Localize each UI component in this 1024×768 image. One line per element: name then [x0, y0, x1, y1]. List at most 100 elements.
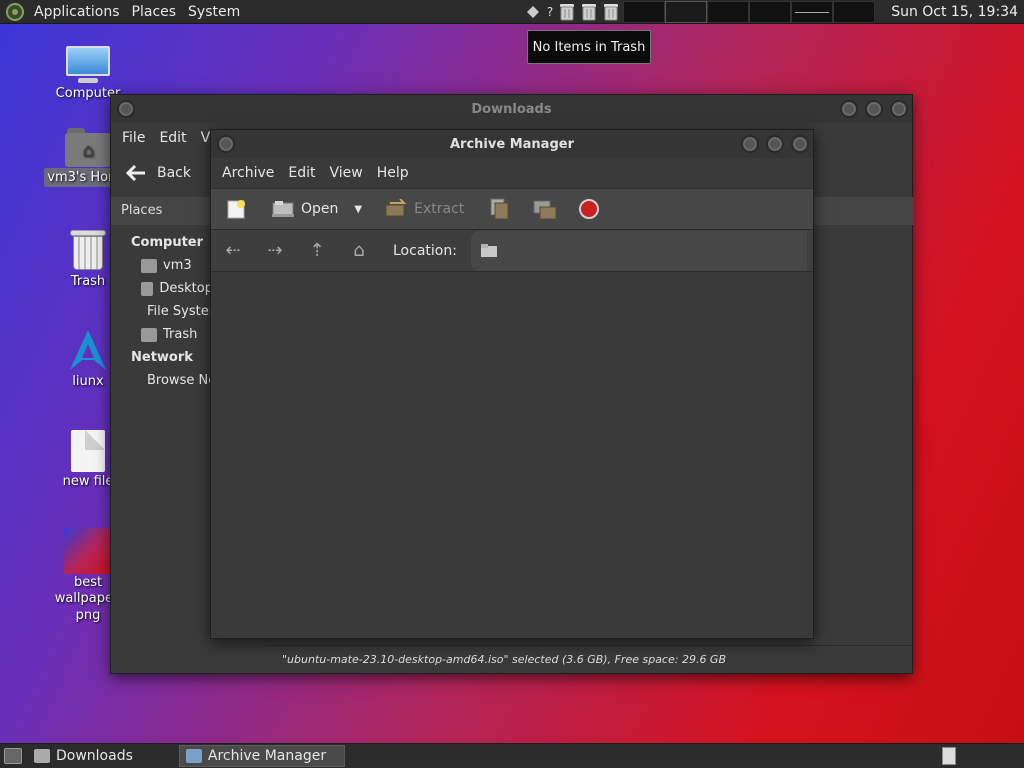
menu-help[interactable]: Help	[370, 165, 416, 181]
forward-arrow-icon[interactable]: ⇢	[263, 240, 287, 261]
back-label: Back	[157, 165, 191, 181]
archive-titlebar[interactable]: Archive Manager	[211, 130, 813, 158]
sidebar-item-desktop[interactable]: Desktop	[111, 277, 213, 300]
archive-menubar: Archive Edit View Help	[211, 158, 813, 188]
desktop-icon	[141, 281, 154, 296]
menu-edit[interactable]: Edit	[152, 130, 193, 146]
open-label: Open	[301, 201, 339, 217]
maximize-button[interactable]	[865, 100, 883, 118]
sidebar-item-label: Trash	[163, 327, 198, 342]
workspace-2[interactable]	[665, 1, 707, 23]
menu-edit[interactable]: Edit	[281, 165, 322, 181]
sidebar-header-network: Network	[131, 350, 193, 365]
close-button[interactable]	[791, 135, 809, 153]
location-label: Location:	[393, 242, 457, 259]
archive-manager-window: Archive Manager Archive Edit View Help O…	[210, 129, 814, 639]
desktop-icon-label: Trash	[70, 274, 106, 289]
trash-applet-icon[interactable]	[558, 3, 576, 21]
home-folder-icon: ⌂	[65, 128, 111, 168]
add-folder-button[interactable]	[528, 197, 562, 221]
top-panel: Applications Places System ? Sun Oct 15,…	[0, 0, 1024, 24]
trash-icon	[70, 228, 106, 272]
home-icon	[141, 258, 157, 273]
show-desktop-icon[interactable]	[4, 748, 22, 764]
menu-file[interactable]: File	[115, 130, 152, 146]
menu-archive[interactable]: Archive	[215, 165, 281, 181]
close-button[interactable]	[890, 100, 908, 118]
back-arrow-icon	[125, 164, 145, 182]
clock[interactable]: Sun Oct 15, 19:34	[891, 0, 1018, 24]
sidebar-item-browse-network[interactable]: Browse Network	[111, 369, 253, 392]
trash-applet-icon[interactable]	[942, 747, 956, 765]
desktop-icon-label: new file	[62, 474, 114, 489]
places-menu[interactable]: Places	[126, 0, 183, 24]
location-field[interactable]	[470, 230, 807, 271]
workspace-3[interactable]	[707, 1, 749, 23]
sidebar-item-label: Desktop	[159, 281, 213, 296]
places-header-label: Places	[121, 203, 163, 218]
stop-button[interactable]	[574, 198, 604, 220]
trash-applet-icon-2[interactable]	[580, 3, 598, 21]
taskbar-item-label: Downloads	[56, 748, 133, 764]
new-archive-button[interactable]	[221, 198, 251, 220]
image-file-icon	[64, 528, 112, 574]
add-folder-icon	[533, 200, 557, 220]
taskbar-item-downloads[interactable]: Downloads	[28, 745, 139, 767]
archive-file-list[interactable]	[211, 273, 813, 638]
minimize-button[interactable]	[741, 135, 759, 153]
sidebar-header-computer: Computer	[131, 235, 204, 250]
add-files-button[interactable]	[484, 197, 516, 221]
open-dropdown-icon[interactable]: ▼	[354, 204, 362, 215]
sidebar-item-trash[interactable]: Trash	[111, 323, 213, 346]
home-icon[interactable]: ⌂	[347, 240, 371, 261]
back-button[interactable]: Back ▼	[121, 164, 223, 182]
desktop-icon-label: liunx	[72, 374, 104, 389]
workspace-4[interactable]	[749, 1, 791, 23]
mate-logo-icon[interactable]	[6, 2, 24, 21]
open-folder-icon	[272, 201, 294, 217]
add-files-icon	[490, 198, 509, 220]
sidebar-item-label: vm3	[163, 258, 192, 273]
top-menu: Applications Places System	[0, 0, 246, 24]
window-menu-button[interactable]	[117, 100, 135, 118]
folder-icon	[34, 749, 50, 763]
sidebar-item-file-system[interactable]: File System	[111, 300, 221, 323]
file-icon	[71, 430, 105, 472]
bottom-panel: Downloads Archive Manager	[0, 743, 1024, 768]
workspace-switcher	[623, 1, 875, 23]
workspace-1[interactable]	[623, 1, 665, 23]
workspace-6[interactable]	[833, 1, 875, 23]
computer-icon	[64, 46, 112, 84]
window-title: Downloads	[471, 101, 552, 117]
archive-toolbar: Open ▼ Extract	[211, 188, 813, 230]
extract-icon	[385, 199, 407, 217]
places-sidebar: Computer vm3 Desktop File System Trash N…	[111, 231, 253, 673]
archive-manager-icon	[185, 749, 202, 763]
system-menu[interactable]: System	[182, 0, 246, 24]
extract-button[interactable]: Extract	[380, 199, 468, 219]
new-archive-icon	[227, 200, 245, 219]
sidebar-item-vm3[interactable]: vm3	[111, 254, 213, 277]
extract-label: Extract	[414, 201, 465, 217]
applications-menu[interactable]: Applications	[28, 0, 126, 24]
location-bar: ⇠ ⇢ ⇡ ⌂ Location:	[211, 230, 813, 272]
menu-view[interactable]: View	[323, 165, 370, 181]
minimize-button[interactable]	[840, 100, 858, 118]
window-menu-button[interactable]	[217, 135, 235, 153]
taskbar-item-label: Archive Manager	[207, 748, 327, 764]
up-arrow-icon[interactable]: ⇡	[305, 240, 329, 261]
back-arrow-icon[interactable]: ⇠	[221, 240, 245, 261]
taskbar-item-archive-manager[interactable]: Archive Manager	[178, 745, 345, 767]
downloads-titlebar[interactable]: Downloads	[111, 95, 912, 123]
arch-logo-icon	[68, 328, 108, 372]
trash-applet-icon-3[interactable]	[602, 3, 620, 21]
workspace-5[interactable]	[791, 1, 833, 23]
status-bar: "ubuntu-mate-23.10-desktop-amd64.iso" se…	[266, 645, 912, 673]
folder-icon	[480, 243, 497, 257]
stop-icon	[579, 199, 600, 219]
help-icon[interactable]: ?	[546, 3, 554, 21]
open-button[interactable]: Open ▼	[267, 199, 366, 219]
window-title: Archive Manager	[450, 136, 574, 152]
network-icon[interactable]	[524, 3, 542, 21]
maximize-button[interactable]	[766, 135, 784, 153]
